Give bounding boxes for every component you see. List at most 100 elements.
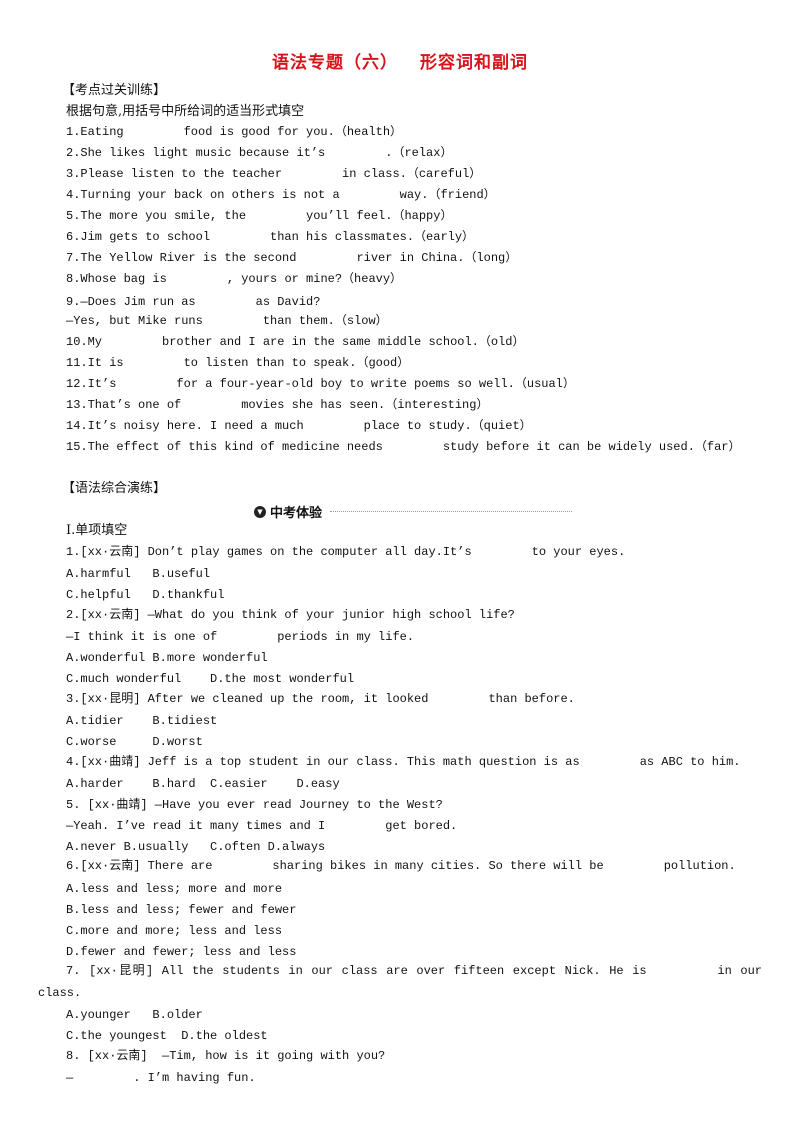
list-item: 5.The more you smile, the you’ll feel.（ha… [66,208,452,224]
item-text: sharing bikes in many cities. So there w… [272,859,604,873]
list-item: A.never B.usually C.often D.always [66,839,325,855]
item-text: 1.[xx·云南] Don’t play games on the comput… [66,545,472,559]
list-item: 11.It is to listen than to speak.（good） [66,355,409,371]
item-text: C.more and more; less and less [66,924,283,938]
list-item: A.harmful B.useful [66,566,210,582]
item-text: B.less and less; fewer and fewer [66,903,297,917]
item-text: place to study.（quiet） [363,419,532,433]
item-text: 6.Jim gets to school [66,230,211,244]
item-text: in class.（careful） [342,167,482,181]
list-item: 8. [xx·云南] —Tim, how is it going with yo… [66,1048,385,1064]
list-item: A.younger B.older [66,1007,203,1023]
subheader-text: 中考体验 [270,506,323,521]
item-text: 9.—Does Jim run as [66,295,196,309]
item-text: —Yeah. I’ve read it many times and I [66,819,326,833]
list-item: C.helpful D.thankful [66,587,224,603]
item-text: food is good for you.（health） [183,125,403,139]
list-item: 6.Jim gets to school than his classmates.… [66,229,474,245]
list-item: —I think it is one of periods in my life. [66,629,414,645]
item-text: A.wonderful B.more wonderful [66,651,268,665]
item-text: 4.[xx·曲靖] Jeff is a top student in our c… [66,755,580,769]
list-item: C.worse D.worst [66,734,203,750]
item-text: pollution. [663,859,736,873]
item-text: A.harmful B.useful [66,567,211,581]
item-text: 8.Whose bag is [66,272,167,286]
list-item: C.more and more; less and less [66,923,282,939]
list-item: — . I’m having fun. [66,1070,256,1086]
item-text: 4.Turning your back on others is not a [66,188,340,202]
item-text: 12.It’s [66,377,117,391]
list-item: A.harder B.hard C.easier D.easy [66,776,340,792]
item-text: A.tidier B.tidiest [66,714,218,728]
list-item: 1.Eating food is good for you.（health） [66,124,402,140]
item-text: than before. [488,692,575,706]
item-text: 5.The more you smile, the [66,209,247,223]
item-text: 8. [xx·云南] —Tim, how is it going with yo… [66,1049,386,1063]
item-text: 14.It’s noisy here. I need a much [66,419,304,433]
title-part-1: 语法专题（六） [272,53,398,73]
item-text: 3.[xx·昆明] After we cleaned up the room, … [66,692,429,706]
list-item: A.less and less; more and more [66,881,282,897]
document-page: 语法专题（六） 形容词和副词 【考点过关训练】 根据句意,用括号中所给词的适当形式… [0,0,800,1132]
item-text: than his classmates.（early） [270,230,475,244]
title-part-2: 形容词和副词 [420,53,528,73]
item-text: A.younger B.older [66,1008,203,1022]
part-heading: Ⅰ.单项填空 [66,523,128,538]
item-text: 2.[xx·云南] —What do you think of your jun… [66,608,515,622]
item-text: as ABC to him. [639,755,741,769]
list-item: 5. [xx·曲靖] —Have you ever read Journey t… [66,797,443,813]
item-text: 2.She likes light music because it’s [66,146,326,160]
question-7-line2: class. [38,986,82,1000]
item-text: C.much wonderful D.the most wonderful [66,672,355,686]
item-text: —Yes, but Mike runs [66,314,203,328]
list-item: —Yes, but Mike runs than them.（slow） [66,313,388,329]
item-text: as David? [255,295,321,309]
list-item: 9.—Does Jim run as as David? [66,294,320,310]
list-item: 2.She likes light music because it’s .（re… [66,145,452,161]
item-text: periods in my life. [277,630,415,644]
list-item: 6.[xx·云南] There are sharing bikes in many… [66,858,736,874]
item-text: —I think it is one of [66,630,218,644]
item-text: 10.My [66,335,103,349]
section1-header: 【考点过关训练】 [62,83,167,98]
item-text: to listen than to speak.（good） [183,356,410,370]
item-text: way.（friend） [399,188,496,202]
item-text: , yours or mine?（heavy） [226,272,403,286]
item-text: A.never B.usually C.often D.always [66,840,326,854]
item-text: C.worse D.worst [66,735,203,749]
item-text: .（relax） [385,146,453,160]
list-item: 4.[xx·曲靖] Jeff is a top student in our c… [66,754,741,770]
item-text: 7.The Yellow River is the second [66,251,297,265]
list-item: C.much wonderful D.the most wonderful [66,671,354,687]
item-text: A.harder B.hard C.easier D.easy [66,777,340,791]
section1-instruction: 根据句意,用括号中所给词的适当形式填空 [66,104,305,119]
list-item: 15.The effect of this kind of medicine n… [66,439,741,455]
item-text: 15.The effect of this kind of medicine n… [66,440,383,454]
list-item: —Yeah. I’ve read it many times and I get … [66,818,457,834]
list-item: 3.Please listen to the teacher in class.（… [66,166,481,182]
list-item: C.the youngest D.the oldest [66,1028,268,1044]
item-text: to your eyes. [531,545,626,559]
item-text: C.the youngest D.the oldest [66,1029,268,1043]
item-text: D.fewer and fewer; less and less [66,945,297,959]
list-item: A.wonderful B.more wonderful [66,650,268,666]
item-text: 13.That’s one of [66,398,182,412]
item-text: brother and I are in the same middle sch… [162,335,525,349]
list-item: 2.[xx·云南] —What do you think of your jun… [66,607,515,623]
item-text: you’ll feel.（happy） [306,209,453,223]
item-text: — [66,1071,74,1085]
list-item: 13.That’s one of movies she has seen.（int… [66,397,488,413]
page-title: 语法专题（六） 形容词和副词 [0,48,800,73]
question-7-line1: 7. [xx·昆明] All the students in our class… [66,964,762,978]
triangle-down-icon: ▼ [254,505,266,518]
item-text: 3.Please listen to the teacher [66,167,283,181]
item-text: 1.Eating [66,125,124,139]
list-item: 7.The Yellow River is the second river in… [66,250,517,266]
list-item: 1.[xx·云南] Don’t play games on the comput… [66,544,625,560]
item-text: A.less and less; more and more [66,882,283,896]
list-item: 8.Whose bag is , yours or mine?（heavy） [66,271,402,287]
section2-header: 【语法综合演练】 [62,481,167,496]
list-item: 14.It’s noisy here. I need a much place t… [66,418,532,434]
list-item: 10.My brother and I are in the same middl… [66,334,524,350]
list-item: D.fewer and fewer; less and less [66,944,296,960]
